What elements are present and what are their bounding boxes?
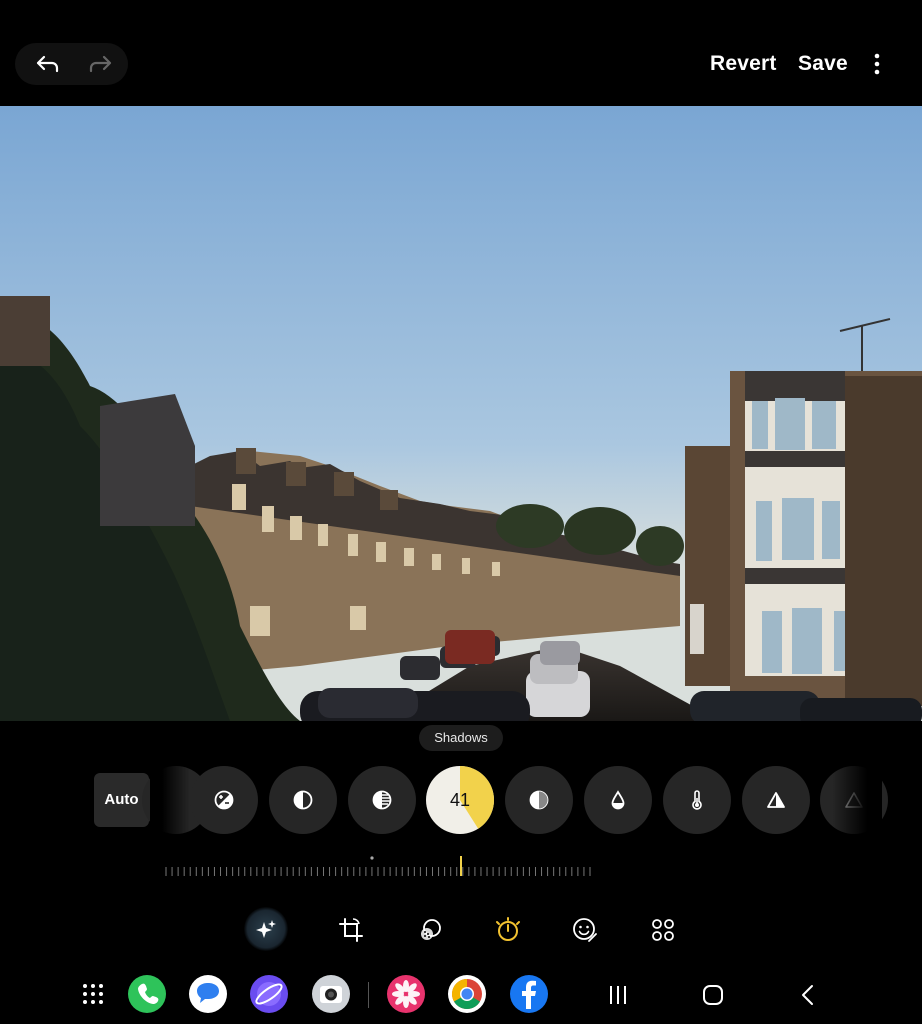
facebook-app-icon bbox=[522, 980, 536, 1009]
contrast-icon bbox=[293, 790, 313, 810]
redo-button[interactable] bbox=[85, 49, 115, 79]
camera-app-button[interactable] bbox=[312, 975, 350, 1013]
more-options-button[interactable] bbox=[866, 50, 888, 80]
slider-center-dot bbox=[370, 856, 374, 860]
highlights-icon bbox=[372, 790, 392, 810]
exposure-icon bbox=[214, 790, 234, 810]
more-tools-button[interactable] bbox=[643, 908, 683, 952]
recents-nav-icon bbox=[610, 986, 626, 1004]
chrome-app-icon bbox=[452, 979, 482, 1009]
slider-ticks bbox=[165, 856, 591, 876]
gallery-app-button[interactable] bbox=[387, 975, 425, 1013]
ai-edit-button[interactable] bbox=[246, 908, 286, 952]
dock-divider bbox=[368, 982, 369, 1008]
messages-app-button[interactable] bbox=[189, 975, 227, 1013]
chrome-app-button[interactable] bbox=[448, 975, 486, 1013]
apps-grid-icon bbox=[83, 984, 103, 1004]
apps-grid-button[interactable] bbox=[74, 975, 112, 1013]
phone-app-button[interactable] bbox=[128, 975, 166, 1013]
contrast-tool-button[interactable] bbox=[269, 766, 337, 834]
temperature-icon bbox=[692, 790, 702, 810]
undo-redo-group bbox=[15, 43, 128, 85]
stickers-icon bbox=[573, 918, 597, 942]
top-bar: Revert Save bbox=[0, 0, 922, 106]
more-vertical-icon bbox=[874, 53, 880, 75]
street-photo bbox=[0, 106, 922, 721]
filters-icon bbox=[421, 919, 441, 940]
home-nav-icon bbox=[703, 985, 723, 1005]
stickers-button[interactable] bbox=[565, 908, 605, 952]
home-nav-button[interactable] bbox=[698, 980, 728, 1010]
filters-button[interactable] bbox=[410, 908, 450, 952]
undo-arrow-icon bbox=[36, 55, 59, 73]
crop-rotate-icon bbox=[339, 918, 363, 942]
sharpness-icon bbox=[767, 792, 785, 808]
exposure-tool-button[interactable] bbox=[190, 766, 258, 834]
camera-app-icon bbox=[320, 986, 342, 1003]
revert-button[interactable]: Revert bbox=[710, 52, 777, 76]
facebook-app-button[interactable] bbox=[510, 975, 548, 1013]
adjust-tone-button[interactable] bbox=[488, 908, 528, 952]
saturation-icon bbox=[529, 790, 549, 810]
back-nav-button[interactable] bbox=[793, 980, 823, 1010]
messages-app-icon bbox=[197, 983, 219, 1003]
back-nav-icon bbox=[802, 985, 813, 1005]
tint-tool-button[interactable] bbox=[584, 766, 652, 834]
tint-drop-icon bbox=[611, 790, 625, 810]
more-tools-icon bbox=[652, 919, 674, 941]
internet-app-button[interactable] bbox=[250, 975, 288, 1013]
adjust-tooltip: Shadows bbox=[419, 725, 503, 751]
adjust-tone-icon bbox=[496, 917, 520, 941]
redo-arrow-icon bbox=[89, 55, 112, 73]
gallery-app-icon bbox=[392, 980, 420, 1008]
saturation-tool-button[interactable] bbox=[505, 766, 573, 834]
undo-button[interactable] bbox=[33, 49, 63, 79]
scroll-fade-right bbox=[832, 760, 882, 840]
internet-app-icon bbox=[255, 982, 283, 1006]
ai-edit-icon bbox=[256, 920, 276, 938]
auto-adjust-button[interactable]: Auto bbox=[94, 773, 149, 827]
crop-rotate-button[interactable] bbox=[331, 908, 371, 952]
shadows-value: 41 bbox=[449, 790, 471, 810]
highlights-tool-button[interactable] bbox=[348, 766, 416, 834]
shadows-tool-button[interactable]: 41 bbox=[426, 766, 495, 834]
scroll-fade-left bbox=[150, 760, 190, 840]
temperature-tool-button[interactable] bbox=[663, 766, 731, 834]
save-button[interactable]: Save bbox=[798, 52, 848, 76]
phone-app-icon bbox=[138, 983, 159, 1004]
sharpness-tool-button[interactable] bbox=[742, 766, 810, 834]
shadows-slider[interactable] bbox=[160, 852, 600, 882]
photo-canvas[interactable] bbox=[0, 106, 922, 721]
recents-nav-button[interactable] bbox=[603, 980, 633, 1010]
